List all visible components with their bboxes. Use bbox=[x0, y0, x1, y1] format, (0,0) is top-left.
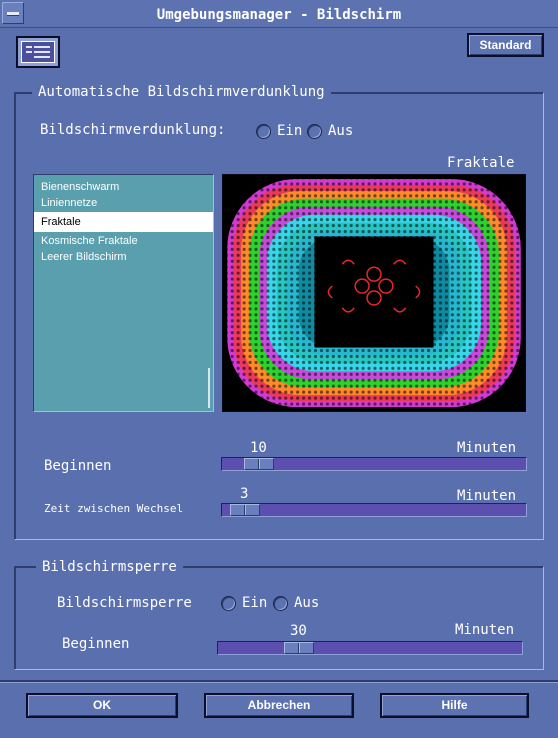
lock-off-radio[interactable] bbox=[273, 596, 288, 611]
cancel-button[interactable]: Abbrechen bbox=[204, 693, 354, 718]
screensaver-off-radio[interactable] bbox=[307, 124, 322, 139]
icon-line bbox=[34, 46, 50, 48]
start-label: Beginnen bbox=[44, 458, 112, 474]
interval-slider[interactable] bbox=[221, 503, 527, 517]
list-item[interactable]: Kosmische Fraktale bbox=[34, 233, 213, 249]
ok-button[interactable]: OK bbox=[26, 693, 178, 718]
help-button[interactable]: Hilfe bbox=[380, 693, 529, 718]
preview-label: Fraktale bbox=[447, 155, 515, 171]
screen-settings-icon bbox=[16, 36, 60, 68]
list-scrollbar[interactable] bbox=[208, 368, 210, 408]
start-slider-thumb[interactable] bbox=[244, 458, 274, 470]
start-unit: Minuten bbox=[457, 440, 517, 456]
list-item[interactable]: Leerer Bildschirm bbox=[34, 249, 213, 265]
lock-toggle-label: Bildschirmsperre bbox=[57, 595, 192, 611]
footer-divider bbox=[0, 680, 558, 683]
list-item[interactable]: Liniennetze bbox=[34, 195, 213, 211]
fractal-preview bbox=[222, 174, 526, 412]
interval-unit: Minuten bbox=[457, 488, 517, 504]
list-item-selected[interactable]: Fraktale bbox=[34, 212, 213, 232]
lock-on-label: Ein bbox=[242, 595, 268, 611]
standard-button[interactable]: Standard bbox=[467, 33, 544, 57]
screensaver-on-radio[interactable] bbox=[256, 124, 271, 139]
screensaver-toggle-label: Bildschirmverdunklung: bbox=[40, 122, 226, 138]
lock-start-slider[interactable] bbox=[217, 641, 523, 655]
list-item[interactable]: Bienenschwarm bbox=[34, 179, 213, 195]
lock-start-label: Beginnen bbox=[62, 636, 130, 652]
lock-start-unit: Minuten bbox=[455, 622, 515, 638]
icon-line bbox=[26, 51, 32, 53]
interval-slider-thumb[interactable] bbox=[230, 504, 260, 516]
screensaver-off-label: Aus bbox=[328, 123, 354, 139]
start-value: 10 bbox=[250, 440, 267, 456]
screensaver-legend: Automatische Bildschirmverdunklung bbox=[32, 84, 331, 100]
lock-legend: Bildschirmsperre bbox=[36, 559, 183, 575]
icon-line bbox=[34, 56, 50, 58]
monitor-icon-screen bbox=[21, 41, 55, 63]
screensaver-list[interactable]: Bienenschwarm Liniennetze Fraktale Kosmi… bbox=[33, 174, 214, 412]
lock-on-radio[interactable] bbox=[221, 596, 236, 611]
title-bar: Umgebungsmanager - Bildschirm bbox=[0, 0, 558, 28]
interval-value: 3 bbox=[240, 486, 249, 502]
icon-line bbox=[34, 51, 50, 53]
screensaver-on-label: Ein bbox=[277, 123, 303, 139]
window-title: Umgebungsmanager - Bildschirm bbox=[156, 7, 402, 23]
lock-start-slider-thumb[interactable] bbox=[284, 642, 314, 654]
interval-label: Zeit zwischen Wechsel bbox=[44, 502, 184, 515]
lock-off-label: Aus bbox=[294, 595, 320, 611]
icon-line bbox=[26, 46, 32, 48]
lock-start-value: 30 bbox=[290, 623, 307, 639]
start-slider[interactable] bbox=[221, 457, 527, 471]
